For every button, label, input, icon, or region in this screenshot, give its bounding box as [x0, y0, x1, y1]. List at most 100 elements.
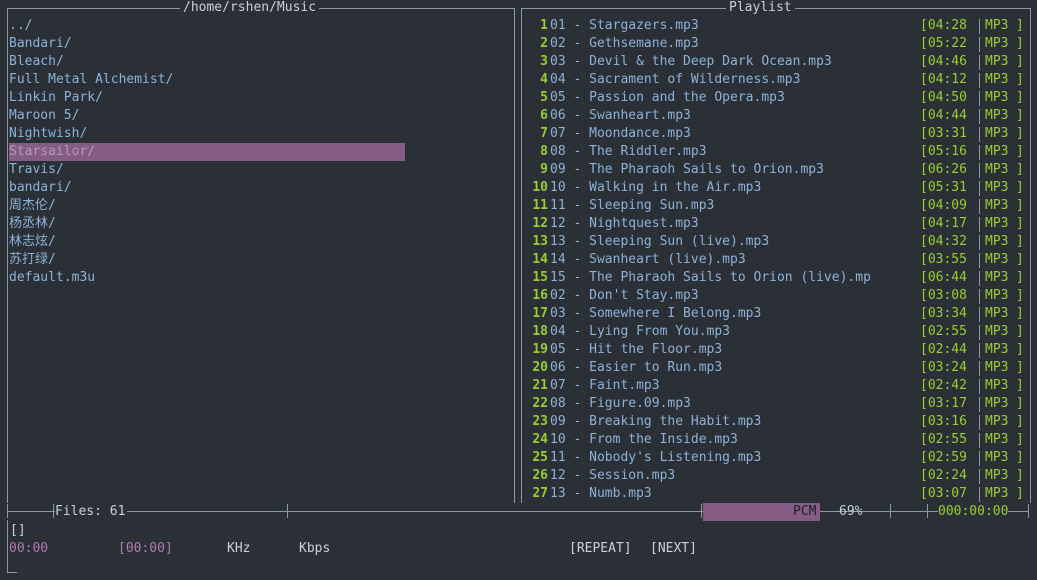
- track-length: [05:22: [920, 36, 967, 51]
- file-item[interactable]: Full Metal Alchemist/: [9, 71, 173, 89]
- track-number: 23: [532, 414, 548, 429]
- track-length: [04:46: [920, 54, 967, 69]
- track-bracket: ]: [1016, 414, 1024, 429]
- column-divider: [979, 181, 980, 196]
- file-item[interactable]: Maroon 5/: [9, 107, 79, 125]
- file-item[interactable]: 杨丞林/: [9, 215, 56, 233]
- track-bracket: ]: [1016, 342, 1024, 357]
- track-title[interactable]: 05 - Passion and the Opera.mp3: [550, 89, 919, 107]
- track-title[interactable]: 10 - From the Inside.mp3: [550, 431, 919, 449]
- song-title: []: [10, 523, 26, 538]
- track-title[interactable]: 12 - Session.mp3: [550, 467, 919, 485]
- track-length: [02:24: [920, 468, 967, 483]
- track-format: MP3: [985, 252, 1009, 267]
- column-divider: [979, 37, 980, 52]
- track-title[interactable]: 09 - Breaking the Habit.mp3: [550, 413, 919, 431]
- track-title[interactable]: 10 - Walking in the Air.mp3: [550, 179, 919, 197]
- track-title[interactable]: 02 - Gethsemane.mp3: [550, 35, 919, 53]
- column-divider: [979, 487, 980, 502]
- track-title[interactable]: 02 - Don't Stay.mp3: [550, 287, 919, 305]
- track-length: [04:32: [920, 234, 967, 249]
- file-item[interactable]: Nightwish/: [9, 125, 87, 143]
- track-bracket: ]: [1016, 234, 1024, 249]
- track-title[interactable]: 04 - Lying From You.mp3: [550, 323, 919, 341]
- track-title[interactable]: 13 - Numb.mp3: [550, 485, 919, 503]
- track-bracket: ]: [1016, 72, 1024, 87]
- column-divider: [979, 397, 980, 412]
- file-item[interactable]: Linkin Park/: [9, 89, 103, 107]
- track-length: [05:31: [920, 180, 967, 195]
- track-length: [03:34: [920, 306, 967, 321]
- track-number: 18: [532, 324, 548, 339]
- column-divider: [979, 145, 980, 160]
- track-title[interactable]: 06 - Easier to Run.mp3: [550, 359, 919, 377]
- track-title[interactable]: 01 - Stargazers.mp3: [550, 17, 919, 35]
- track-length: [03:24: [920, 360, 967, 375]
- track-number: 27: [532, 486, 548, 501]
- track-title[interactable]: 05 - Hit the Floor.mp3: [550, 341, 919, 359]
- file-item[interactable]: 周杰伦/: [9, 197, 56, 215]
- sample-rate: KHz: [227, 541, 251, 556]
- track-title[interactable]: 09 - The Pharaoh Sails to Orion.mp3: [550, 161, 919, 179]
- separator-tick: [53, 504, 54, 518]
- file-item-selected[interactable]: Starsailor/: [9, 143, 405, 161]
- next-toggle[interactable]: [NEXT]: [650, 540, 697, 558]
- track-title[interactable]: 08 - The Riddler.mp3: [550, 143, 919, 161]
- track-title[interactable]: 14 - Swanheart (live).mp3: [550, 251, 919, 269]
- track-title[interactable]: 03 - Devil & the Deep Dark Ocean.mp3: [550, 53, 919, 71]
- track-length: [03:16: [920, 414, 967, 429]
- track-bracket: ]: [1016, 378, 1024, 393]
- column-divider: [979, 415, 980, 430]
- track-title[interactable]: 11 - Sleeping Sun.mp3: [550, 197, 919, 215]
- elapsed-time: 00:00: [9, 541, 49, 556]
- track-format: MP3: [985, 306, 1009, 321]
- file-item[interactable]: 林志炫/: [9, 233, 56, 251]
- track-number: 19: [532, 342, 548, 357]
- track-bracket: ]: [1016, 306, 1024, 321]
- track-bracket: ]: [1016, 216, 1024, 231]
- file-item[interactable]: bandari/: [9, 179, 72, 197]
- separator-tick: [7, 504, 8, 518]
- track-format: MP3: [985, 342, 1009, 357]
- track-title[interactable]: 07 - Faint.mp3: [550, 377, 919, 395]
- track-title[interactable]: 08 - Figure.09.mp3: [550, 395, 919, 413]
- column-divider: [979, 109, 980, 124]
- column-divider: [979, 19, 980, 34]
- track-title[interactable]: 04 - Sacrament of Wilderness.mp3: [550, 71, 919, 89]
- track-format: MP3: [985, 288, 1009, 303]
- track-title[interactable]: 03 - Somewhere I Belong.mp3: [550, 305, 919, 323]
- file-item[interactable]: default.m3u: [9, 269, 95, 287]
- file-item[interactable]: Bandari/: [9, 35, 72, 53]
- track-title[interactable]: 13 - Sleeping Sun (live).mp3: [550, 233, 919, 251]
- track-number: 7: [540, 126, 548, 141]
- repeat-toggle[interactable]: [REPEAT]: [569, 540, 632, 558]
- track-format: MP3: [985, 396, 1009, 411]
- status-bottom-line: [7, 572, 17, 573]
- track-format: MP3: [985, 54, 1009, 69]
- column-divider: [979, 307, 980, 322]
- file-item[interactable]: Travis/: [9, 161, 64, 179]
- track-format: MP3: [985, 468, 1009, 483]
- column-divider: [979, 433, 980, 448]
- track-number: 11: [532, 198, 548, 213]
- track-bracket: ]: [1016, 396, 1024, 411]
- file-item[interactable]: 苏打绿/: [9, 251, 56, 269]
- track-bracket: ]: [1016, 90, 1024, 105]
- track-title[interactable]: 11 - Nobody's Listening.mp3: [550, 449, 919, 467]
- track-title[interactable]: 15 - The Pharaoh Sails to Orion (live).m…: [550, 269, 919, 287]
- track-length: [06:44: [920, 270, 967, 285]
- file-item[interactable]: ../: [9, 17, 32, 35]
- track-title[interactable]: 12 - Nightquest.mp3: [550, 215, 919, 233]
- file-item[interactable]: Bleach/: [9, 53, 64, 71]
- track-length: [04:12: [920, 72, 967, 87]
- track-title[interactable]: 07 - Moondance.mp3: [550, 125, 919, 143]
- track-length: [02:55: [920, 324, 967, 339]
- track-number: 8: [540, 144, 548, 159]
- column-divider: [979, 343, 980, 358]
- track-title[interactable]: 06 - Swanheart.mp3: [550, 107, 919, 125]
- column-divider: [979, 163, 980, 178]
- column-divider: [979, 73, 980, 88]
- column-divider: [979, 271, 980, 286]
- track-bracket: ]: [1016, 18, 1024, 33]
- track-bracket: ]: [1016, 252, 1024, 267]
